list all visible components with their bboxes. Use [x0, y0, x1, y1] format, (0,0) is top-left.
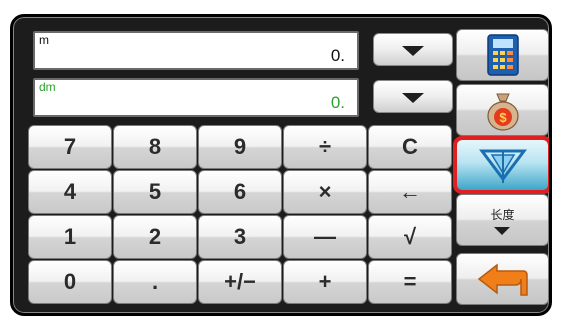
unit-type-selector[interactable]: 长度 — [456, 194, 549, 246]
secondary-unit-dropdown-button[interactable] — [373, 80, 453, 113]
primary-value-display[interactable]: m 0. — [33, 31, 359, 70]
calculator-window: m 0. dm 0. 7 8 9 ÷ C 4 5 6 × ← 1 2 3 — √… — [10, 14, 552, 316]
key-4[interactable]: 4 — [28, 170, 112, 214]
key-plus[interactable]: + — [283, 260, 367, 304]
secondary-display-row: dm 0. — [33, 78, 461, 117]
key-7[interactable]: 7 — [28, 125, 112, 169]
chevron-down-icon — [494, 226, 511, 235]
key-1[interactable]: 1 — [28, 215, 112, 259]
calculator-mode-button[interactable] — [456, 29, 549, 81]
key-0[interactable]: 0 — [28, 260, 112, 304]
chevron-down-icon — [402, 46, 424, 56]
svg-text:$: $ — [499, 110, 507, 125]
key-decimal[interactable]: . — [113, 260, 197, 304]
currency-mode-button[interactable]: $ — [456, 84, 549, 136]
unit-type-group: 长度 — [490, 206, 515, 235]
key-sign-toggle[interactable]: +/− — [198, 260, 282, 304]
key-5[interactable]: 5 — [113, 170, 197, 214]
calculator-icon — [486, 34, 519, 76]
key-clear[interactable]: C — [368, 125, 452, 169]
key-2[interactable]: 2 — [113, 215, 197, 259]
back-arrow-icon — [477, 263, 528, 296]
key-3[interactable]: 3 — [198, 215, 282, 259]
money-bag-icon: $ — [486, 93, 519, 131]
key-backspace[interactable]: ← — [368, 170, 452, 214]
secondary-value: 0. — [330, 93, 345, 112]
key-9[interactable]: 9 — [198, 125, 282, 169]
secondary-value-display[interactable]: dm 0. — [33, 78, 359, 117]
primary-value: 0. — [330, 46, 345, 65]
key-divide[interactable]: ÷ — [283, 125, 367, 169]
conversion-mode-button[interactable] — [453, 136, 549, 194]
primary-unit-label: m — [39, 33, 49, 47]
primary-display-row: m 0. — [33, 31, 461, 70]
key-square-root[interactable]: √ — [368, 215, 452, 259]
key-minus[interactable]: — — [283, 215, 367, 259]
key-8[interactable]: 8 — [113, 125, 197, 169]
key-multiply[interactable]: × — [283, 170, 367, 214]
key-6[interactable]: 6 — [198, 170, 282, 214]
conversion-icon — [478, 149, 527, 183]
chevron-down-icon — [402, 93, 424, 103]
primary-unit-dropdown-button[interactable] — [373, 33, 453, 66]
back-button[interactable] — [456, 253, 549, 305]
key-equals[interactable]: = — [368, 260, 452, 304]
secondary-unit-label: dm — [39, 80, 56, 94]
unit-type-label: 长度 — [490, 207, 515, 222]
